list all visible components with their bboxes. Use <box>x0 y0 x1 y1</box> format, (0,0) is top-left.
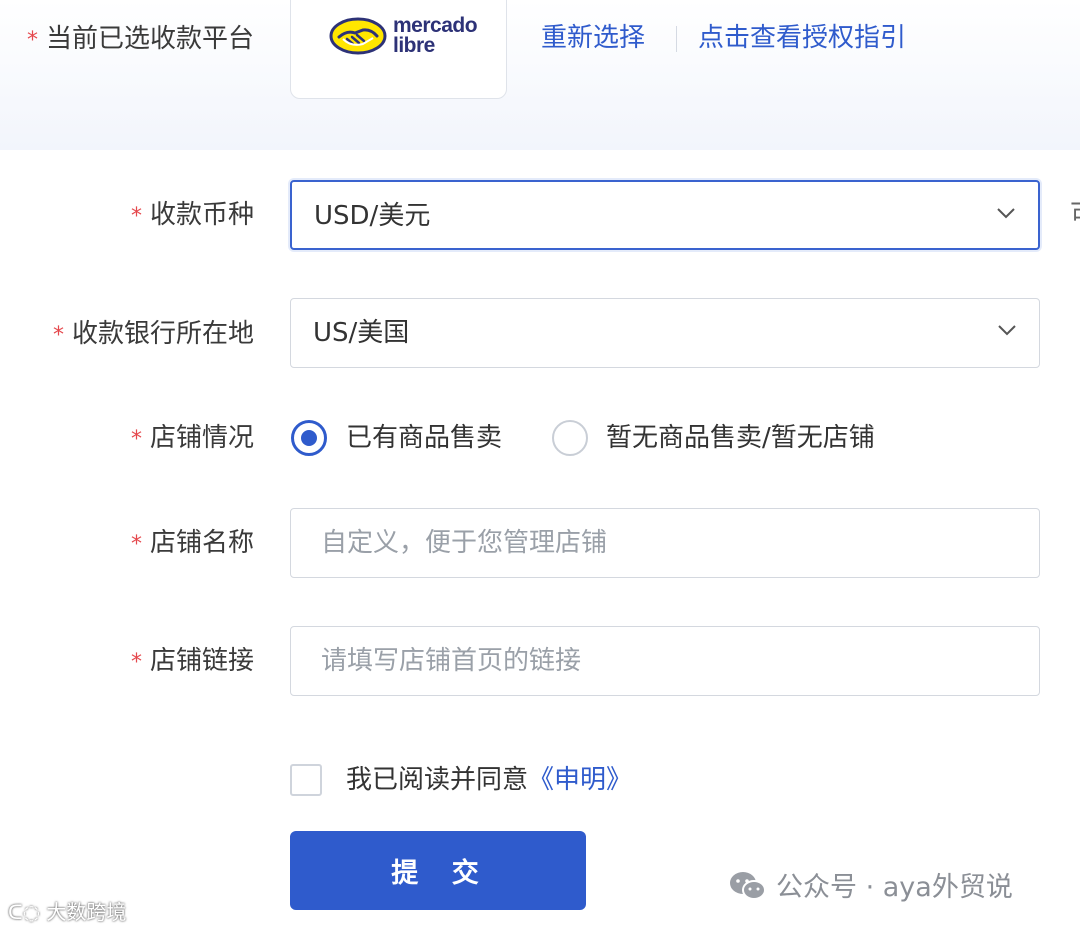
chevron-down-icon <box>997 208 1015 219</box>
currency-label: * 收款币种 <box>130 200 254 230</box>
bank-location-value: US/美国 <box>313 318 410 348</box>
agreement-text: 我已阅读并同意《申明》 <box>346 765 633 795</box>
platform-label: * 当前已选收款平台 <box>26 24 254 54</box>
wechat-watermark: 公众号 · aya外贸说 <box>728 870 1013 906</box>
authorization-guide-link[interactable]: 点击查看授权指引 <box>698 20 906 56</box>
radio-has-products[interactable] <box>291 420 327 456</box>
store-link-field[interactable] <box>290 626 1040 696</box>
agreement-checkbox[interactable] <box>290 764 322 796</box>
radio-no-products-label[interactable]: 暂无商品售卖/暂无店铺 <box>606 421 875 455</box>
bank-location-select[interactable]: US/美国 <box>290 298 1040 368</box>
radio-has-products-label[interactable]: 已有商品售卖 <box>346 421 502 455</box>
declaration-link[interactable]: 《申明》 <box>528 765 632 795</box>
chevron-down-icon <box>998 325 1016 336</box>
platform-logo-card: mercado libre <box>290 0 507 99</box>
reselect-link[interactable]: 重新选择 <box>541 20 645 56</box>
mercado-libre-logo: mercado libre <box>393 14 478 57</box>
handshake-icon <box>329 17 387 55</box>
wechat-icon <box>730 872 766 900</box>
store-name-label: * 店铺名称 <box>130 528 254 558</box>
brand-logo-icon: ᑕ◌ <box>8 900 47 924</box>
truncated-text: 可 <box>1070 198 1080 232</box>
brand-watermark: ᑕ◌ 大数跨境 <box>8 900 127 924</box>
link-divider <box>676 26 677 52</box>
store-name-field[interactable] <box>290 508 1040 578</box>
store-link-input[interactable] <box>291 627 1039 695</box>
store-status-label: * 店铺情况 <box>130 423 254 453</box>
store-name-input[interactable] <box>291 509 1039 577</box>
currency-select[interactable]: USD/美元 <box>290 180 1040 250</box>
submit-button[interactable]: 提 交 <box>290 831 586 910</box>
currency-value: USD/美元 <box>314 201 431 231</box>
store-link-label: * 店铺链接 <box>130 646 254 676</box>
radio-no-products[interactable] <box>552 420 588 456</box>
bank-location-label: * 收款银行所在地 <box>52 319 254 349</box>
